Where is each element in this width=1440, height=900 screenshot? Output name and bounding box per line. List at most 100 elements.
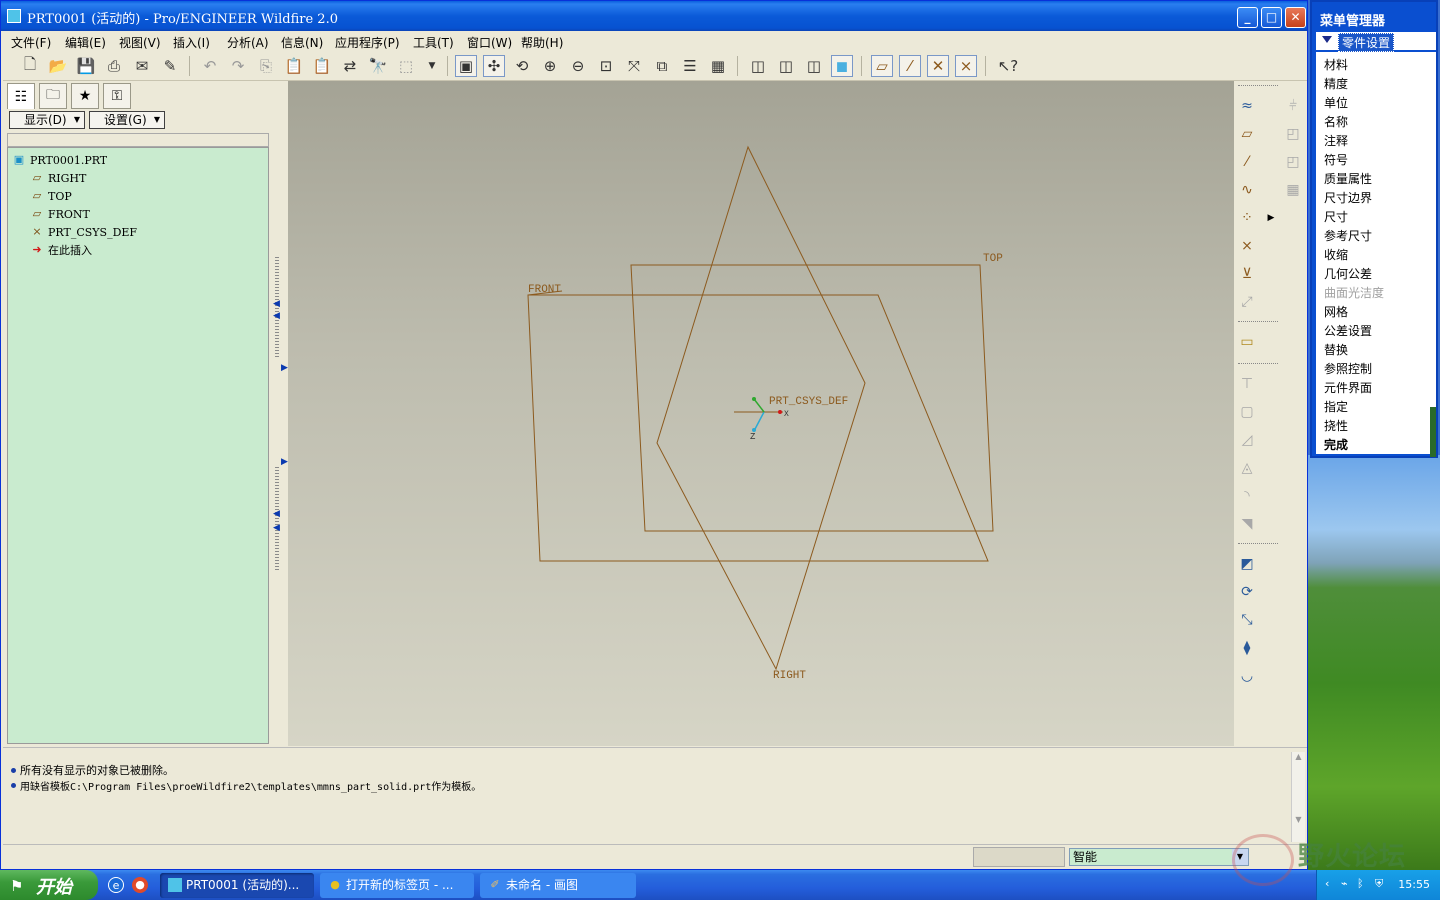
menu-manager-scrollbar[interactable]: [1430, 407, 1436, 457]
offset-icon[interactable]: ⤢: [1236, 291, 1258, 313]
draft-icon[interactable]: ◬: [1236, 457, 1258, 479]
paste-icon[interactable]: 📋: [283, 55, 305, 77]
minimize-button[interactable]: _: [1237, 7, 1258, 28]
network-icon[interactable]: ⌁: [1341, 877, 1348, 890]
hidden-line-icon[interactable]: ◫: [775, 55, 797, 77]
rib-icon[interactable]: ◿: [1236, 429, 1258, 451]
layers-icon[interactable]: ☰: [679, 55, 701, 77]
menu-manager-item[interactable]: 尺寸边界: [1324, 189, 1372, 206]
regenerate-icon[interactable]: ⇄: [339, 55, 361, 77]
menu-edit[interactable]: 编辑(E): [65, 34, 106, 51]
save-icon[interactable]: 💾: [75, 55, 97, 77]
menu-window[interactable]: 窗口(W): [467, 34, 512, 51]
menu-help[interactable]: 帮助(H): [521, 34, 563, 51]
menu-manager-item[interactable]: 注释: [1324, 132, 1348, 149]
settings-dropdown-button[interactable]: 设置(G) ▼: [89, 111, 165, 129]
menu-manager-section[interactable]: 零件设置: [1316, 32, 1436, 52]
panel-splitter[interactable]: ◀ ◀ ▶ ▶ ◀ ◀: [273, 81, 288, 746]
tree-item-top[interactable]: ▱ TOP: [30, 188, 72, 204]
connections-tab[interactable]: ⚿: [103, 83, 131, 109]
orient-icon[interactable]: ⟲: [511, 55, 533, 77]
zoom-in-icon[interactable]: ⊕: [539, 55, 561, 77]
context-help-icon[interactable]: ↖?: [997, 55, 1019, 77]
menu-manager-item[interactable]: 参考尺寸: [1324, 227, 1372, 244]
chrome-icon[interactable]: ●: [132, 877, 148, 893]
menu-info[interactable]: 信息(N): [281, 34, 323, 51]
datum-planes-icon[interactable]: ▱: [871, 55, 893, 77]
saved-views-icon[interactable]: ⧉: [651, 55, 673, 77]
datum-point-tool-icon[interactable]: ⁘: [1236, 207, 1258, 229]
folder-browser-tab[interactable]: 🗀: [39, 83, 67, 109]
no-hidden-icon[interactable]: ◫: [803, 55, 825, 77]
hole-icon[interactable]: ⊤: [1236, 373, 1258, 395]
menu-manager-item[interactable]: 公差设置: [1324, 322, 1372, 339]
tree-item-insert-here[interactable]: ➜ 在此插入: [30, 242, 92, 258]
menu-tools[interactable]: 工具(T): [413, 34, 454, 51]
reorient-icon[interactable]: ⤧: [623, 55, 645, 77]
menu-manager-item[interactable]: 替换: [1324, 341, 1348, 358]
revolve-icon[interactable]: ⟳: [1236, 581, 1258, 603]
merge-icon[interactable]: ◰: [1282, 123, 1304, 145]
selection-filter-select[interactable]: 智能 ▼: [1069, 848, 1249, 866]
spin-center-icon[interactable]: ✣: [483, 55, 505, 77]
tree-item-front[interactable]: ▱ FRONT: [30, 206, 90, 222]
show-dropdown-button[interactable]: 显示(D) ▼: [9, 111, 85, 129]
wireframe-icon[interactable]: ◫: [747, 55, 769, 77]
round-icon[interactable]: ◝: [1236, 485, 1258, 507]
front-plane-label[interactable]: FRONT: [528, 284, 561, 296]
pattern-icon[interactable]: ▦: [1282, 179, 1304, 201]
bluetooth-icon[interactable]: ᛒ: [1357, 877, 1364, 890]
menu-manager-item[interactable]: 收缩: [1324, 246, 1348, 263]
menu-manager-item[interactable]: 符号: [1324, 151, 1348, 168]
graphics-window[interactable]: FRONT TOP RIGHT PRT_CSYS_DEF Z X: [288, 81, 1234, 746]
close-button[interactable]: ✕: [1285, 7, 1306, 28]
undo-icon[interactable]: ↶: [199, 55, 221, 77]
menu-manager-item[interactable]: 网格: [1324, 303, 1348, 320]
blend-icon[interactable]: ⧫: [1236, 637, 1258, 659]
datum-points-icon[interactable]: ✕: [927, 55, 949, 77]
menu-analysis[interactable]: 分析(A): [227, 34, 269, 51]
analysis-feature-icon[interactable]: ⊻: [1236, 263, 1258, 285]
right-plane-label[interactable]: RIGHT: [773, 670, 806, 682]
menu-manager-item[interactable]: 名称: [1324, 113, 1348, 130]
edit-icon[interactable]: ✎: [159, 55, 181, 77]
menu-view[interactable]: 视图(V): [119, 34, 161, 51]
start-button[interactable]: ⚑ 开始: [0, 870, 98, 900]
csys-icon[interactable]: ⨯: [955, 55, 977, 77]
datum-plane-tool-icon[interactable]: ▱: [1236, 123, 1258, 145]
menu-manager-done[interactable]: 完成: [1324, 436, 1348, 453]
new-file-icon[interactable]: 🗋: [19, 55, 41, 77]
dropdown-arrow-icon[interactable]: ▼: [421, 55, 443, 77]
menu-manager-item[interactable]: 挠性: [1324, 417, 1348, 434]
sketch-tool-icon[interactable]: ▭: [1236, 331, 1258, 353]
send-icon[interactable]: ✉: [131, 55, 153, 77]
tree-item-part[interactable]: ▣ PRT0001.PRT: [12, 152, 107, 168]
menu-manager-item[interactable]: 参照控制: [1324, 360, 1372, 377]
repaint-icon[interactable]: ▣: [455, 55, 477, 77]
task-proe[interactable]: PRT0001 (活动的)...: [160, 873, 314, 898]
menu-applications[interactable]: 应用程序(P): [335, 34, 400, 51]
menu-manager-item[interactable]: 材料: [1324, 56, 1348, 73]
extrude-icon[interactable]: ◩: [1236, 553, 1258, 575]
mirror-icon[interactable]: ⫩: [1282, 95, 1304, 117]
message-scrollbar[interactable]: ▲ ▼: [1291, 752, 1305, 842]
tree-item-csys[interactable]: ⨯ PRT_CSYS_DEF: [30, 224, 137, 240]
flyout-arrow-icon[interactable]: ▶: [1260, 207, 1282, 229]
menu-manager-item[interactable]: 单位: [1324, 94, 1348, 111]
boundary-blend-icon[interactable]: ◡: [1236, 665, 1258, 687]
copy-icon[interactable]: ⎘: [255, 55, 277, 77]
redo-icon[interactable]: ↷: [227, 55, 249, 77]
find-icon[interactable]: 🔭: [367, 55, 389, 77]
csys-tool-icon[interactable]: ⨯: [1236, 235, 1258, 257]
refit-icon[interactable]: ⊡: [595, 55, 617, 77]
intersect-icon[interactable]: ◰: [1282, 151, 1304, 173]
print-icon[interactable]: ⎙: [103, 55, 125, 77]
task-paint[interactable]: ✐ 未命名 - 画图: [480, 873, 636, 898]
clock[interactable]: 15:55: [1398, 878, 1430, 891]
menu-manager-item[interactable]: 元件界面: [1324, 379, 1372, 396]
security-shield-icon[interactable]: ⛨: [1375, 877, 1383, 891]
menu-file[interactable]: 文件(F): [11, 34, 51, 51]
paste-special-icon[interactable]: 📋: [311, 55, 333, 77]
menu-manager-item[interactable]: 质量属性: [1324, 170, 1372, 187]
csys-label[interactable]: PRT_CSYS_DEF: [769, 396, 848, 408]
